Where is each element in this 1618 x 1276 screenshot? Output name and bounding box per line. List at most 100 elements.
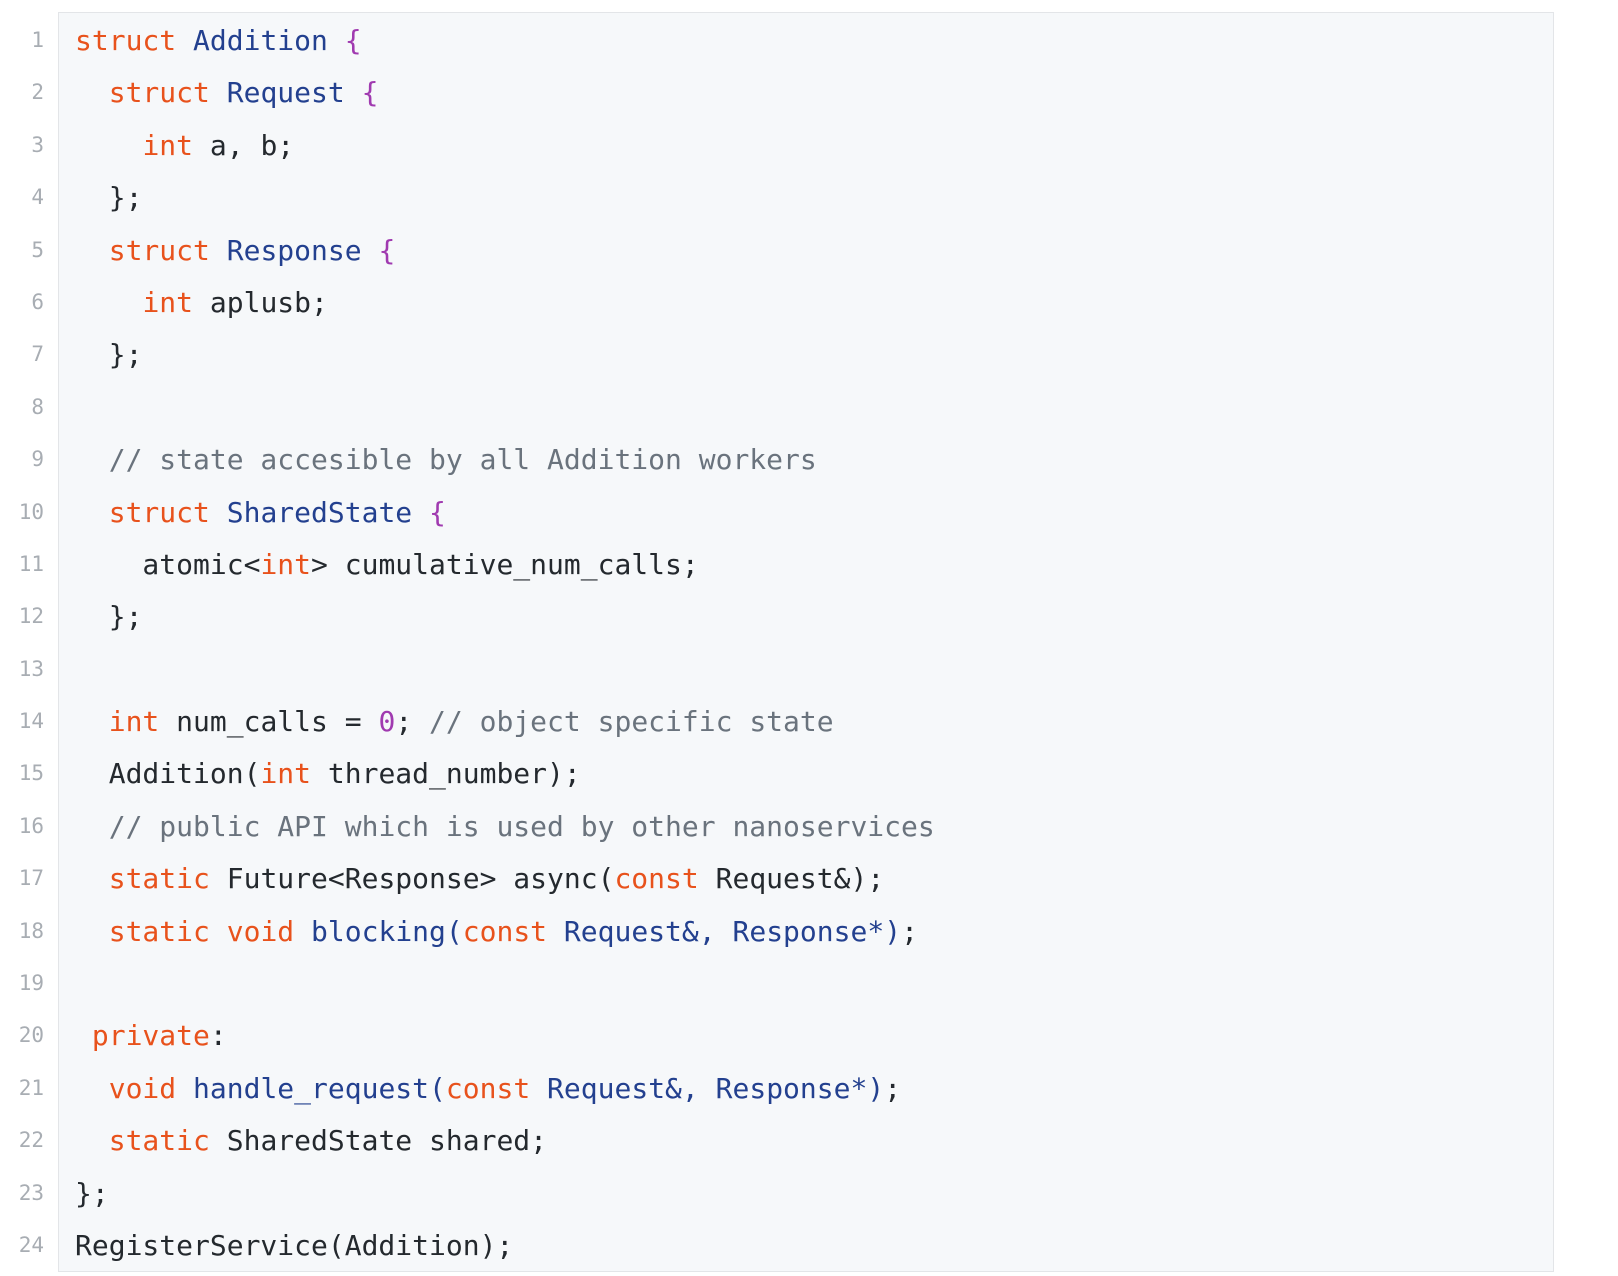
line-number: 7 <box>31 342 44 367</box>
code-token: }; <box>75 600 143 634</box>
line-number: 6 <box>31 289 44 314</box>
line-number: 2 <box>31 80 44 105</box>
code-line: void handle_request(const Request&, Resp… <box>59 1063 1553 1115</box>
line-number: 24 <box>18 1232 44 1257</box>
line-number: 12 <box>18 604 44 629</box>
code-panel[interactable]: struct Addition { struct Request { int a… <box>58 12 1554 1272</box>
line-number: 20 <box>18 1023 44 1048</box>
code-token: handle_request( <box>193 1071 446 1105</box>
code-token: struct <box>75 24 177 57</box>
code-token: num_calls = <box>159 705 379 739</box>
code-token: { <box>361 76 379 110</box>
code-token: Future<Response> async( <box>209 862 615 896</box>
line-number: 9 <box>31 447 44 472</box>
code-token: static <box>108 914 210 948</box>
code-line: private: <box>59 1010 1553 1062</box>
code-token: // object specific state <box>429 705 834 739</box>
code-editor: 1 2 3 4 5 6 7 8 9 10 11 12 13 14 15 16 17 18 19 20 21 22 23 24 … <box>0 0 1618 1276</box>
code-token: void <box>226 914 295 948</box>
code-token: SharedState <box>226 495 413 529</box>
code-token: static <box>108 1124 210 1158</box>
code-line: static Future<Response> async(const Requ… <box>59 853 1553 905</box>
code-token: int <box>142 128 194 162</box>
code-line: struct SharedState { <box>59 487 1553 539</box>
code-token: // state accesible by all Addition worke… <box>108 443 817 477</box>
code-token: // public API which is used by other nan… <box>108 809 935 843</box>
code-line: int num_calls = 0; // object specific st… <box>59 696 1553 748</box>
code-token: { <box>378 233 396 267</box>
code-line: RegisterService(Addition); <box>59 1220 1553 1272</box>
code-token: int <box>260 757 312 791</box>
code-line: int a, b; <box>59 120 1553 172</box>
code-line: }; <box>59 1168 1553 1220</box>
line-number: 10 <box>18 499 44 524</box>
code-token: struct <box>108 76 210 110</box>
line-number: 16 <box>18 813 44 838</box>
line-number: 15 <box>18 761 44 786</box>
code-token: Addition <box>193 24 328 57</box>
code-token: }; <box>75 338 143 372</box>
code-token: { <box>344 24 362 57</box>
line-number: 8 <box>31 394 44 419</box>
code-token: atomic< <box>75 547 261 581</box>
code-token: aplusb; <box>193 285 328 319</box>
code-token: Response <box>226 233 362 267</box>
line-number: 11 <box>18 551 44 576</box>
code-token: ; <box>884 1071 902 1105</box>
code-line: int aplusb; <box>59 277 1553 329</box>
code-token: static <box>108 862 210 896</box>
code-line: atomic<int> cumulative_num_calls; <box>59 539 1553 591</box>
code-token: SharedState shared; <box>209 1124 548 1158</box>
code-token: }; <box>75 1176 109 1210</box>
code-token: const <box>445 1071 531 1105</box>
code-token: RegisterService(Addition); <box>75 1228 514 1262</box>
code-line: Addition(int thread_number); <box>59 748 1553 800</box>
code-token: void <box>108 1071 177 1105</box>
code-token: > cumulative_num_calls; <box>311 547 699 581</box>
code-line: struct Addition { <box>59 15 1553 67</box>
code-line: static SharedState shared; <box>59 1115 1553 1167</box>
code-token: { <box>429 495 446 529</box>
line-number: 23 <box>18 1180 44 1205</box>
line-number: 18 <box>18 918 44 943</box>
code-line: // state accesible by all Addition worke… <box>59 434 1553 486</box>
code-token: private <box>91 1019 210 1053</box>
line-number: 5 <box>31 237 44 262</box>
code-lines: struct Addition { struct Request { int a… <box>59 15 1553 1272</box>
code-line: struct Response { <box>59 225 1553 277</box>
line-number: 17 <box>18 866 44 891</box>
code-token: const <box>614 862 699 896</box>
line-number: 1 <box>31 28 44 52</box>
code-token: }; <box>75 181 143 215</box>
code-token: a, b; <box>193 128 295 162</box>
code-token: thread_number); <box>311 757 581 791</box>
code-token: struct <box>108 233 210 267</box>
code-token: Request&, Response*) <box>547 1071 885 1105</box>
code-token: : <box>209 1019 227 1053</box>
code-token: Request&); <box>698 862 885 896</box>
code-token: struct <box>108 495 210 529</box>
